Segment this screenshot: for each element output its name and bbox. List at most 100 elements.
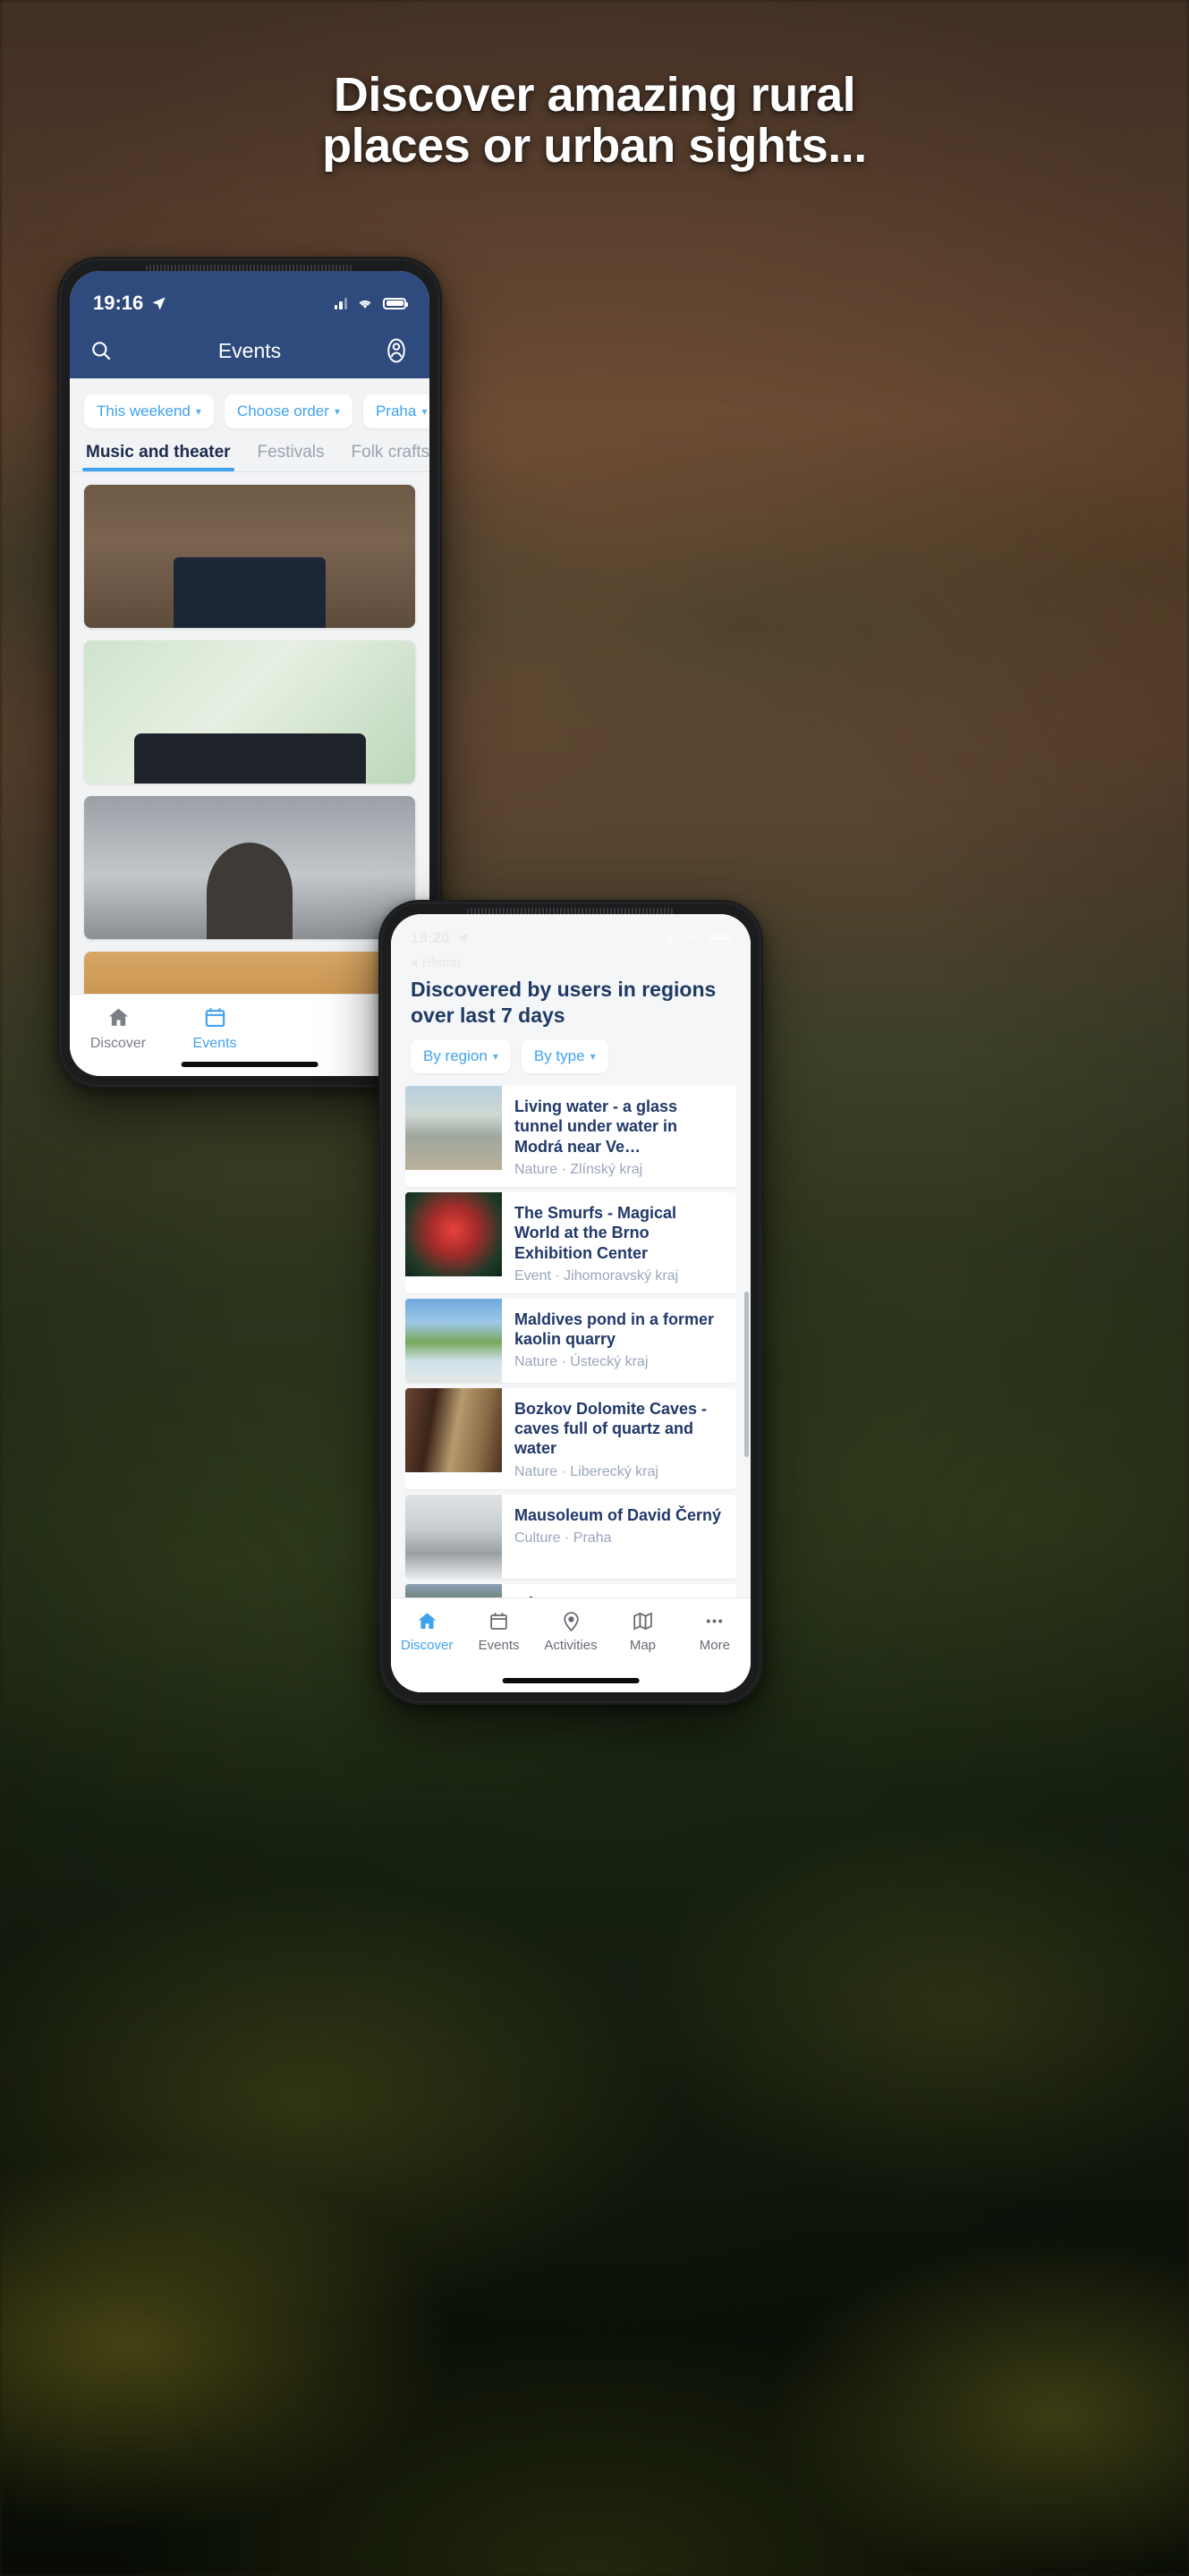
list-item-thumbnail — [405, 1085, 502, 1170]
list-item-text: Mausoleum of David Černý Culture · Praha — [502, 1495, 732, 1579]
list-item[interactable]: The Smurfs - Magical World at the Brno E… — [405, 1191, 736, 1293]
battery-icon — [383, 297, 408, 309]
list-item-text: Living water - a glass tunnel under wate… — [502, 1086, 736, 1187]
list-item-title: The Smurfs - Magical World at the Brno E… — [514, 1203, 677, 1262]
phone2-discovery-list[interactable]: Living water - a glass tunnel under wate… — [391, 1085, 751, 1633]
chip-label: Choose order — [236, 402, 329, 419]
nav-item-discover[interactable]: Discover — [391, 1610, 463, 1692]
nav-label: Discover — [89, 1036, 147, 1051]
promo-headline: Discover amazing rural places or urban s… — [0, 68, 1189, 174]
location-arrow-icon — [457, 932, 470, 945]
list-item-text: Maldives pond in a former kaolin quarry … — [502, 1299, 736, 1383]
phone2-screen: 19:20 ◂ Hledat Discovered by users in re… — [391, 914, 751, 1692]
chip-choose-order[interactable]: Choose order ▾ — [224, 394, 352, 428]
chip-praha[interactable]: Praha ▾ — [362, 394, 429, 428]
list-item-thumbnail — [405, 1191, 502, 1276]
list-item-title: Maldives pond in a former kaolin quarry — [514, 1309, 715, 1349]
list-item-thumbnail — [405, 1298, 502, 1383]
list-item[interactable]: Living water - a glass tunnel under wate… — [405, 1085, 736, 1187]
list-item-meta: Nature · Liberecký kraj — [514, 1463, 658, 1479]
home-icon — [418, 1613, 436, 1630]
cellular-signal-icon — [663, 932, 676, 945]
list-item[interactable]: Maldives pond in a former kaolin quarry … — [405, 1298, 736, 1383]
chevron-down-icon: ▾ — [195, 405, 201, 418]
nav-label: Map — [629, 1638, 657, 1653]
battery-icon — [708, 932, 733, 945]
phone1-category-tabs: Music and theater Festivals Folk crafts … — [70, 437, 429, 471]
phone1-app-bar: Events — [70, 323, 429, 378]
phone2-filter-chip-row: By region ▾ By type ▾ — [391, 1038, 751, 1086]
chevron-down-icon: ▾ — [421, 405, 428, 418]
list-item-meta: Nature · Ústecký kraj — [514, 1354, 649, 1370]
phone1-home-indicator — [181, 1062, 318, 1067]
nav-item-more[interactable]: More — [679, 1610, 751, 1692]
location-arrow-icon — [152, 296, 166, 310]
nav-label: Activities — [544, 1638, 598, 1653]
phone2-status-right — [663, 932, 733, 945]
calendar-icon — [490, 1613, 507, 1630]
home-icon — [108, 1008, 128, 1026]
chip-this-weekend[interactable]: This weekend ▾ — [84, 394, 214, 428]
vertical-scrollbar[interactable] — [744, 1291, 749, 1457]
phone1-clock: 19:16 — [93, 292, 144, 314]
list-item-title: Bozkov Dolomite Caves - caves full of qu… — [514, 1399, 708, 1458]
calendar-icon — [205, 1008, 225, 1028]
wifi-icon — [686, 935, 698, 944]
wifi-icon — [359, 300, 371, 309]
phone1-status-right — [334, 297, 408, 310]
promo-screenshot: Discover amazing rural places or urban s… — [0, 0, 1189, 2576]
phone-speaker-grill — [466, 908, 675, 914]
cellular-signal-icon — [334, 297, 347, 309]
map-icon — [633, 1612, 652, 1631]
chip-by-region[interactable]: By region ▾ — [411, 1038, 511, 1073]
tab-music-and-theater[interactable]: Music and theater — [82, 443, 234, 471]
list-item-thumbnail — [405, 1494, 502, 1579]
phone1-status-bar: 19:16 — [70, 271, 429, 323]
phone-mockup-discover: 19:20 ◂ Hledat Discovered by users in re… — [378, 900, 763, 1705]
chip-label: By region — [423, 1046, 488, 1064]
phone2-body: 19:20 ◂ Hledat Discovered by users in re… — [391, 914, 751, 1692]
tab-festivals[interactable]: Festivals — [258, 443, 325, 471]
tab-folk-crafts[interactable]: Folk crafts and — [352, 443, 429, 471]
search-icon[interactable] — [89, 339, 113, 362]
account-avatar-icon[interactable] — [383, 337, 410, 364]
chevron-left-icon: ◂ — [411, 955, 418, 970]
list-item-thumbnail — [405, 1387, 502, 1472]
phone1-body: This weekend ▾ Choose order ▾ Praha ▾ Mu… — [70, 378, 429, 1076]
list-item-meta: Culture · Praha — [514, 1530, 612, 1546]
map-pin-icon — [563, 1612, 579, 1632]
event-card-image[interactable] — [84, 796, 415, 939]
chevron-down-icon: ▾ — [590, 1049, 596, 1063]
nav-label: Events — [192, 1036, 237, 1051]
chevron-down-icon: ▾ — [492, 1049, 498, 1063]
phone-speaker-grill — [145, 265, 354, 271]
chip-label: Praha — [375, 402, 417, 419]
list-item-title: Mausoleum of David Černý — [514, 1505, 722, 1524]
chip-by-type[interactable]: By type ▾ — [521, 1038, 608, 1073]
phone2-clock: 19:20 — [411, 929, 450, 946]
headline-line-1: Discover amazing rural — [333, 68, 856, 122]
nav-label: More — [699, 1638, 730, 1653]
back-label: Hledat — [421, 954, 461, 970]
ellipsis-icon — [707, 1619, 723, 1623]
back-button[interactable]: ◂ Hledat — [391, 953, 751, 971]
list-item-meta: Event · Jihomoravský kraj — [514, 1267, 679, 1284]
nav-label: Discover — [401, 1638, 454, 1653]
phone1-filter-chip-row: This weekend ▾ Choose order ▾ Praha ▾ — [70, 378, 429, 437]
list-item-text: The Smurfs - Magical World at the Brno E… — [502, 1192, 736, 1293]
headline-line-2: places or urban sights... — [322, 119, 867, 174]
chip-label: This weekend — [97, 402, 191, 419]
list-item[interactable]: Mausoleum of David Černý Culture · Praha — [405, 1494, 736, 1579]
phone1-screen: 19:16 Events This weekend ▾ Choose order… — [70, 271, 429, 1076]
phone2-status-left: 19:20 — [411, 929, 471, 947]
list-item[interactable]: Bozkov Dolomite Caves - caves full of qu… — [405, 1387, 736, 1489]
list-item-text: Bozkov Dolomite Caves - caves full of qu… — [502, 1388, 736, 1489]
event-card-image[interactable] — [84, 640, 415, 784]
chevron-down-icon: ▾ — [334, 405, 340, 418]
list-item-title: Living water - a glass tunnel under wate… — [514, 1097, 678, 1156]
phone2-page-title: Discovered by users in regions over last… — [411, 978, 717, 1027]
phone1-page-title: Events — [217, 338, 282, 362]
phone2-home-indicator — [502, 1678, 640, 1683]
event-card-image[interactable] — [84, 485, 415, 628]
nav-item-discover[interactable]: Discover — [70, 1005, 166, 1076]
